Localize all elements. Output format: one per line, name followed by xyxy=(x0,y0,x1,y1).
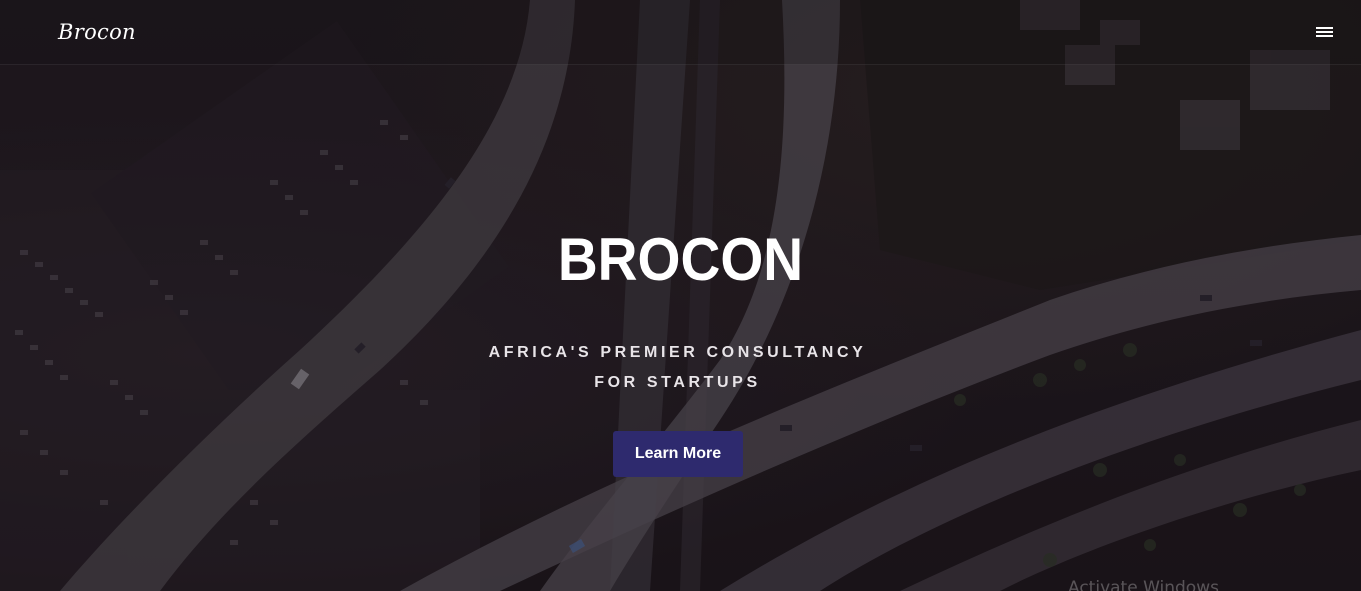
learn-more-button[interactable]: Learn More xyxy=(613,431,743,477)
hero-subtitle: AFRICA'S PREMIER CONSULTANCY FOR STARTUP… xyxy=(480,338,875,398)
hero-subtitle-line1: AFRICA'S PREMIER CONSULTANCY xyxy=(488,344,867,361)
activate-windows-watermark: Activate Windows xyxy=(1068,578,1219,591)
hamburger-menu-icon[interactable] xyxy=(1316,27,1333,39)
brand-logo-link[interactable]: Brocon xyxy=(58,20,136,44)
hero-subtitle-line2: FOR STARTUPS xyxy=(594,374,761,391)
dark-overlay xyxy=(0,0,1361,591)
top-navbar: Brocon xyxy=(0,0,1361,65)
hero-title: BROCON xyxy=(557,226,804,293)
hero-section: Brocon BROCON AFRICA'S PREMIER CONSULTAN… xyxy=(0,0,1361,591)
